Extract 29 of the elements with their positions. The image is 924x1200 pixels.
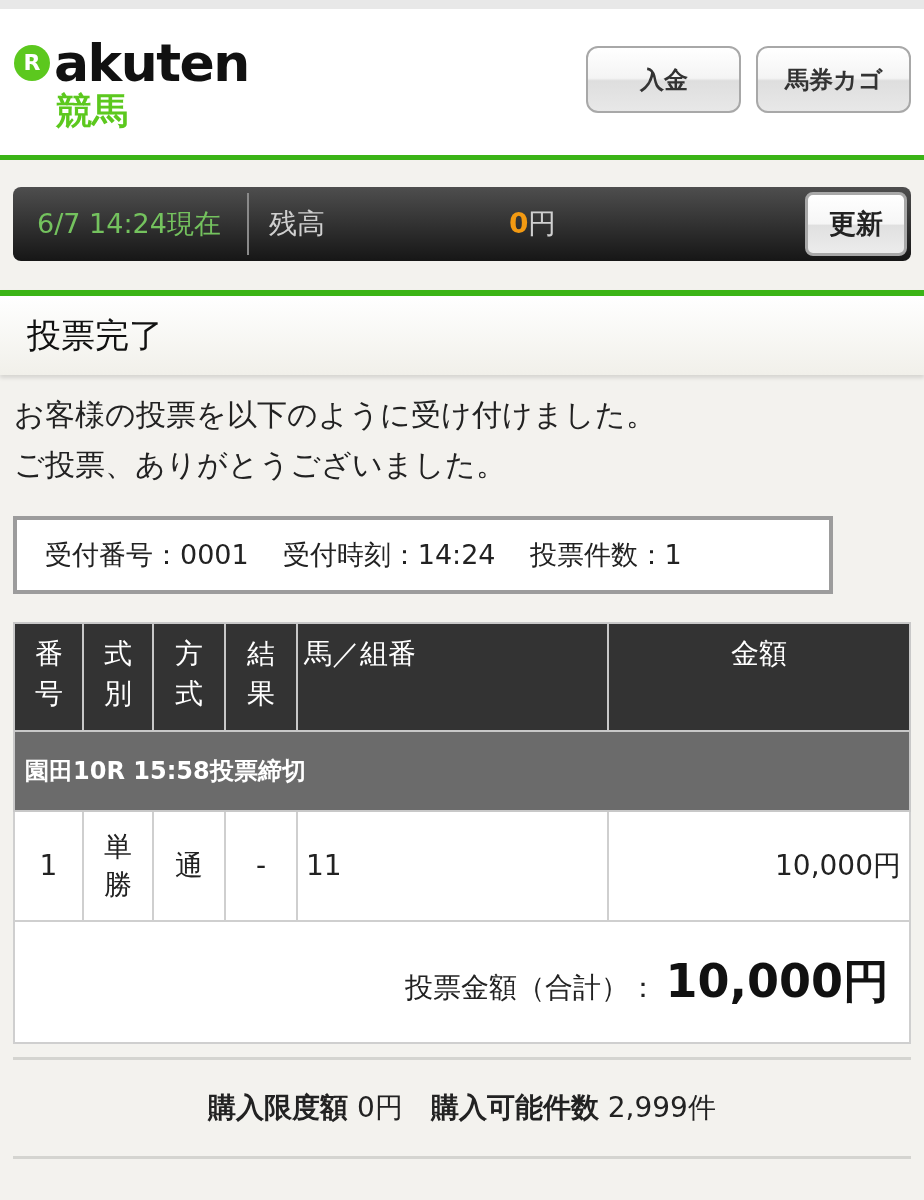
confirmation-message: お客様の投票を以下のように受け付けました。 xyxy=(14,396,656,434)
header-button[interactable]: 入金 xyxy=(586,46,741,113)
table-cell: 10,000円 xyxy=(608,811,910,921)
balance-label: 残高 xyxy=(269,206,326,242)
column-header: 番号 xyxy=(14,623,83,731)
race-group-header: 園田10R 15:58投票締切 xyxy=(14,731,910,811)
total-label: 投票金額（合計）： xyxy=(405,971,658,1004)
table-cell: 11 xyxy=(297,811,608,921)
header-button[interactable]: 馬券カゴ xyxy=(756,46,911,113)
refresh-button[interactable]: 更新 xyxy=(805,192,907,256)
column-header: 式別 xyxy=(83,623,153,731)
column-header: 方式 xyxy=(153,623,225,731)
page-title: 投票完了 xyxy=(27,313,163,357)
table-cell: 1 xyxy=(14,811,83,921)
table-cell: 通 xyxy=(153,811,225,921)
confirmation-message: ご投票、ありがとうございました。 xyxy=(14,446,506,484)
balance-amount: 0円 xyxy=(509,206,558,242)
column-header: 金額 xyxy=(608,623,910,731)
purchase-limits-text: 購入限度額 0円 購入可能件数 2,999件 xyxy=(208,1090,716,1126)
receipt-info: 投票件数：1 xyxy=(529,538,682,572)
receipt-info: 受付時刻：14:24 xyxy=(282,538,496,572)
logo-service-name: 競馬 xyxy=(56,89,128,133)
column-header: 馬／組番 xyxy=(297,623,608,731)
column-header: 結果 xyxy=(225,623,297,731)
total-amount: 10,000円 xyxy=(665,954,889,1008)
receipt-info: 受付番号：0001 xyxy=(45,538,249,572)
table-cell: - xyxy=(225,811,297,921)
balance-timestamp: 6/7 14:24現在 xyxy=(37,207,222,241)
table-cell: 単勝 xyxy=(83,811,153,921)
